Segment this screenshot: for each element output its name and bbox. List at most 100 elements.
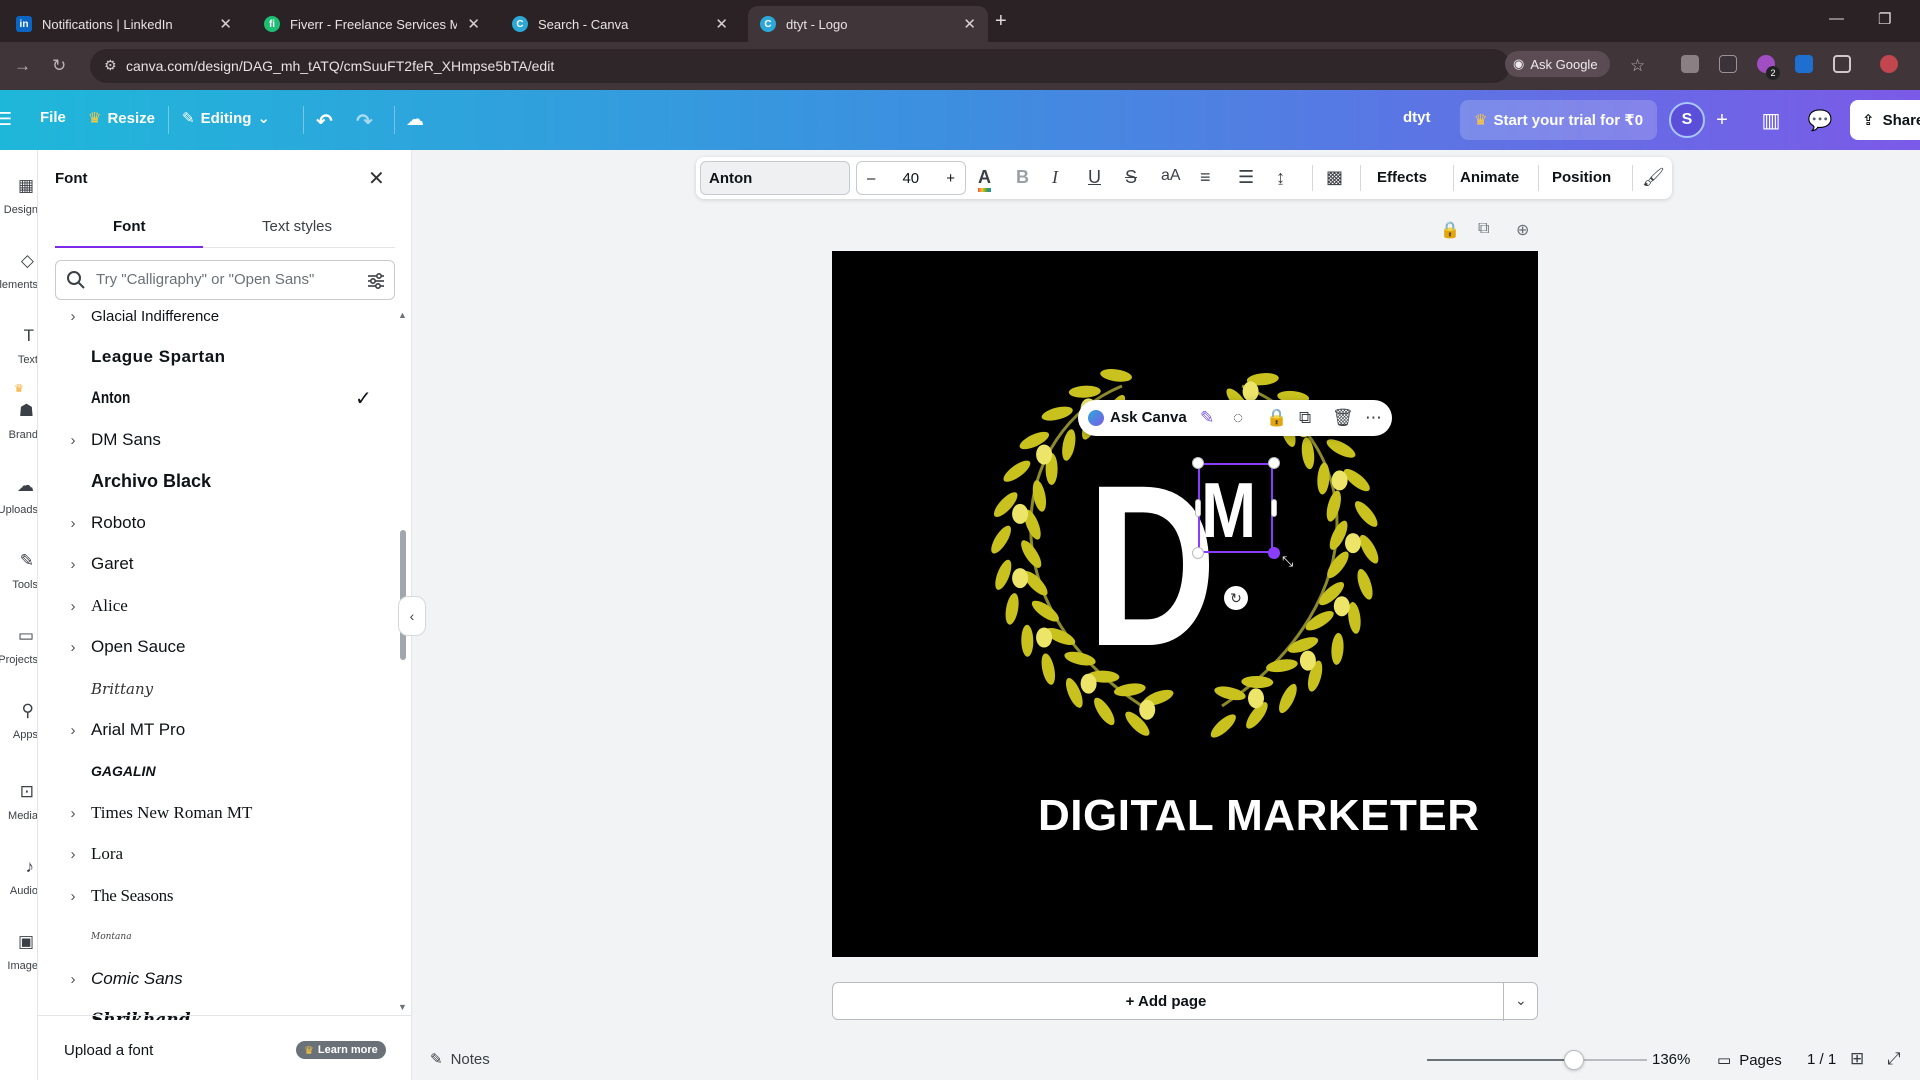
font-item[interactable]: Archivo Black xyxy=(55,461,375,501)
rail-uploads[interactable]: ☁ Uploads xyxy=(0,476,37,516)
duplicate-icon[interactable]: ⧉ xyxy=(1299,408,1311,428)
add-page-icon[interactable]: ⊕ xyxy=(1516,220,1529,240)
rail-design[interactable]: ▦ Design xyxy=(0,176,37,216)
scrollbar-thumb[interactable] xyxy=(400,530,406,660)
effects-button[interactable]: Effects xyxy=(1377,169,1427,186)
underline-icon[interactable]: U xyxy=(1088,167,1101,188)
decrease-size-button[interactable]: – xyxy=(867,170,875,187)
italic-icon[interactable]: I xyxy=(1052,167,1058,188)
cloud-saved-icon[interactable]: ☁ xyxy=(406,109,424,130)
font-search-input[interactable] xyxy=(96,271,336,288)
logo-letter-d[interactable]: D xyxy=(1087,451,1217,681)
font-item[interactable]: › Arial MT Pro xyxy=(55,710,375,750)
font-item-selected[interactable]: Anton ✓ xyxy=(55,378,375,418)
resize-handle[interactable] xyxy=(1268,547,1280,559)
rail-brand[interactable]: ☗ Brand xyxy=(0,401,37,441)
start-trial-button[interactable]: ♛ Start your trial for ₹0 xyxy=(1460,100,1658,140)
more-icon[interactable]: ⋯ xyxy=(1365,408,1382,428)
trash-icon[interactable]: 🗑 xyxy=(1332,408,1354,428)
close-icon[interactable]: ✕ xyxy=(715,15,728,33)
font-item[interactable]: › Glacial Indifference xyxy=(55,308,375,336)
close-icon[interactable]: ✕ xyxy=(368,166,385,191)
chevron-right-icon[interactable]: › xyxy=(55,805,91,822)
scroll-down-arrow[interactable]: ▼ xyxy=(398,1002,407,1012)
tab-text-styles[interactable]: Text styles xyxy=(262,218,332,235)
font-item[interactable]: Brittany xyxy=(55,669,375,709)
filter-icon[interactable] xyxy=(366,271,386,296)
grid-view-icon[interactable]: ⊞ xyxy=(1850,1049,1864,1069)
notes-button[interactable]: ✎ Notes xyxy=(430,1050,490,1069)
font-item[interactable]: › Times New Roman MT xyxy=(55,793,375,833)
redo-icon[interactable]: ↷ xyxy=(356,109,373,134)
magic-edit-icon[interactable]: ✎ xyxy=(1200,408,1214,428)
transparency-icon[interactable]: ▩ xyxy=(1326,167,1343,188)
align-center-icon[interactable]: ≡ xyxy=(1200,167,1211,188)
chevron-right-icon[interactable]: › xyxy=(55,639,91,656)
rail-elements[interactable]: ◇ Elements xyxy=(0,251,37,291)
zoom-value[interactable]: 136% xyxy=(1652,1051,1690,1068)
font-size-value[interactable]: 40 xyxy=(902,170,919,187)
browser-tab-fiverr[interactable]: fi Fiverr - Freelance Services Mark ✕ xyxy=(252,6,492,42)
comment-icon[interactable]: ◌ xyxy=(1233,408,1243,428)
subtitle-text[interactable]: DIGITAL MARKETER xyxy=(832,791,1538,841)
font-family-select[interactable]: Anton xyxy=(700,161,850,195)
browser-tab-canva-search[interactable]: C Search - Canva ✕ xyxy=(500,6,740,42)
lock-icon[interactable]: 🔒 xyxy=(1266,408,1287,428)
font-item[interactable]: › DM Sans xyxy=(55,420,375,460)
pen-extension-icon[interactable] xyxy=(1719,55,1737,73)
font-item[interactable]: › Lora xyxy=(55,834,375,874)
font-item[interactable]: › Garet xyxy=(55,544,375,584)
rail-audio[interactable]: ♪ Audio xyxy=(0,857,37,897)
browser-tab-linkedin[interactable]: in Notifications | LinkedIn ✕ xyxy=(4,6,244,42)
new-tab-icon[interactable]: + xyxy=(995,10,1007,33)
restore-icon[interactable]: ❐ xyxy=(1878,10,1891,28)
font-item[interactable]: › Roboto xyxy=(55,503,375,543)
upload-font-link[interactable]: Upload a font xyxy=(64,1042,153,1059)
font-item[interactable]: › Open Sauce xyxy=(55,627,375,667)
collapse-panel-button[interactable]: ‹ xyxy=(398,596,426,636)
url-bar[interactable]: ⚙ canva.com/design/DAG_mh_tATQ/cmSuuFT2f… xyxy=(90,49,1510,83)
resize-button[interactable]: ♛ Resize xyxy=(88,109,155,128)
font-item[interactable]: GAGALIN xyxy=(55,751,375,791)
position-button[interactable]: Position xyxy=(1552,169,1611,186)
profile-avatar[interactable] xyxy=(1880,55,1898,73)
rail-text[interactable]: T Text xyxy=(0,326,37,366)
chevron-right-icon[interactable]: › xyxy=(55,556,91,573)
list-icon[interactable]: ☰ xyxy=(1238,167,1254,188)
side-handle[interactable] xyxy=(1195,499,1201,517)
resize-handle[interactable] xyxy=(1192,457,1204,469)
bold-icon[interactable]: B xyxy=(1016,167,1029,188)
resize-handle[interactable] xyxy=(1268,457,1280,469)
menu-icon[interactable]: ☰ xyxy=(0,109,12,130)
chevron-right-icon[interactable]: › xyxy=(55,722,91,739)
chevron-right-icon[interactable]: › xyxy=(55,308,91,325)
minimize-icon[interactable]: — xyxy=(1829,10,1844,27)
forward-icon[interactable]: → xyxy=(14,56,31,76)
font-item[interactable]: Montana xyxy=(55,917,375,957)
side-handle[interactable] xyxy=(1271,499,1277,517)
add-page-button[interactable]: + Add page xyxy=(833,993,1499,1010)
ask-google-button[interactable]: ◉ Ask Google xyxy=(1505,51,1610,77)
rail-media[interactable]: ⊡ Media xyxy=(0,782,37,822)
puzzle-icon[interactable] xyxy=(1833,55,1851,73)
chevron-right-icon[interactable]: › xyxy=(55,971,91,988)
chevron-right-icon[interactable]: › xyxy=(55,598,91,615)
extension-icon[interactable] xyxy=(1681,55,1699,73)
undo-icon[interactable]: ↶ xyxy=(316,109,333,134)
insights-icon[interactable]: ▥ xyxy=(1751,100,1791,140)
rail-apps[interactable]: ⚲ Apps xyxy=(0,701,37,741)
rail-tools[interactable]: ✎ Tools xyxy=(0,551,37,591)
font-search-box[interactable] xyxy=(55,260,395,300)
lock-icon[interactable]: 🔒 xyxy=(1440,220,1460,240)
duplicate-page-icon[interactable]: ⧉ xyxy=(1478,220,1489,238)
tab-font[interactable]: Font xyxy=(113,218,145,235)
resize-handle[interactable] xyxy=(1192,547,1204,559)
increase-size-button[interactable]: + xyxy=(946,170,955,187)
fullscreen-icon[interactable]: ⤢ xyxy=(1887,1049,1901,1069)
scroll-up-arrow[interactable]: ▲ xyxy=(398,310,407,320)
rail-image[interactable]: ▣ Image xyxy=(0,932,37,972)
copy-style-icon[interactable]: 🖌 xyxy=(1642,167,1665,188)
chevron-down-icon[interactable]: ⌄ xyxy=(1515,992,1527,1009)
design-page[interactable]: D M ⤡ ↻ DIGITAL MARKETER xyxy=(832,251,1538,957)
animate-button[interactable]: Animate xyxy=(1460,169,1519,186)
